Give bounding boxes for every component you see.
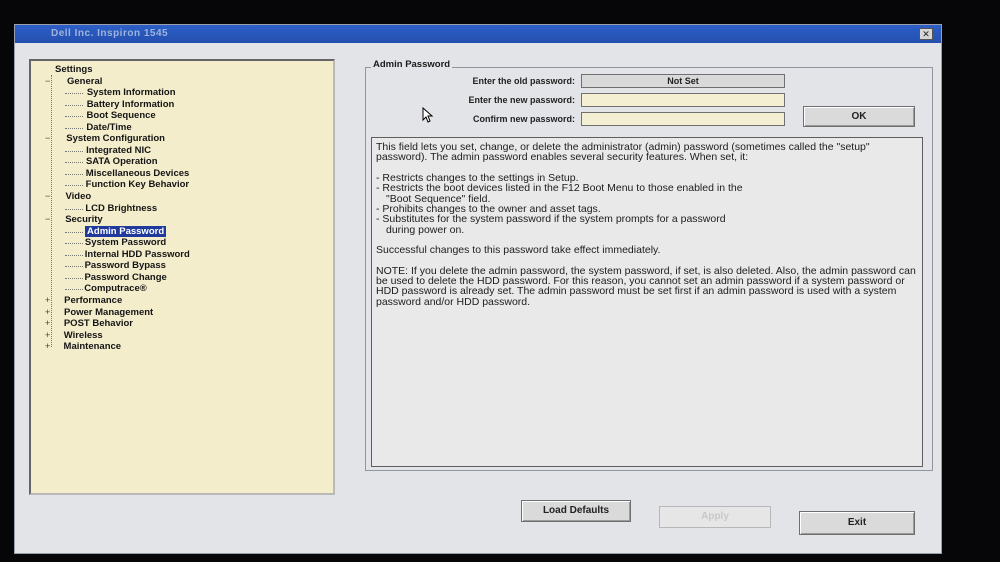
tree-item-maintenance[interactable]: Maintenance bbox=[64, 341, 122, 352]
tree-item-label: Performance bbox=[64, 294, 123, 306]
tree-connector bbox=[65, 185, 83, 187]
tree-item-label: Battery Information bbox=[86, 98, 175, 110]
tree-connector bbox=[65, 289, 83, 291]
tree-connector bbox=[65, 254, 83, 256]
help-note: NOTE: If you delete the admin password, … bbox=[376, 264, 916, 308]
tree-item-internal-hdd-password[interactable]: Internal HDD Password bbox=[85, 249, 190, 260]
tree-item-password-change[interactable]: Password Change bbox=[84, 272, 166, 283]
load-defaults-button[interactable]: Load Defaults bbox=[521, 500, 631, 522]
collapse-icon[interactable]: − bbox=[45, 214, 50, 225]
close-icon[interactable]: ✕ bbox=[919, 28, 933, 40]
tree-item-boot-sequence[interactable]: Boot Sequence bbox=[87, 110, 156, 121]
groupbox-title: Admin Password bbox=[371, 59, 453, 70]
tree-item-label: Internal HDD Password bbox=[84, 248, 190, 260]
old-password-label: Enter the old password: bbox=[472, 76, 575, 86]
tree-item-label: Miscellaneous Devices bbox=[85, 167, 190, 179]
help-text-panel: This field lets you set, change, or dele… bbox=[371, 137, 923, 467]
confirm-password-label: Confirm new password: bbox=[472, 114, 575, 124]
tree-connector bbox=[65, 266, 83, 268]
expand-icon[interactable]: + bbox=[45, 341, 50, 352]
tree-item-lcd-brightness[interactable]: LCD Brightness bbox=[85, 203, 157, 214]
help-bullet-4-cont: during power on. bbox=[386, 223, 465, 236]
settings-tree[interactable]: Settings General − System Information Batte… bbox=[29, 59, 335, 495]
tree-root-label: Settings bbox=[55, 64, 93, 75]
collapse-icon[interactable]: − bbox=[45, 191, 50, 202]
tree-item-wireless[interactable]: Wireless bbox=[64, 330, 103, 341]
tree-item-label: Video bbox=[65, 191, 92, 202]
expand-icon[interactable]: + bbox=[45, 318, 50, 329]
tree-item-label: Power Management bbox=[64, 306, 154, 318]
tree-item-label: Password Change bbox=[84, 271, 167, 283]
tree-item-date-time[interactable]: Date/Time bbox=[86, 122, 131, 133]
collapse-icon[interactable]: − bbox=[45, 133, 50, 144]
tree-item-label: Date/Time bbox=[86, 121, 132, 133]
tree-item-post-behavior[interactable]: POST Behavior bbox=[64, 318, 133, 329]
tree-item-label: LCD Brightness bbox=[85, 202, 158, 214]
help-success: Successful changes to this password take… bbox=[376, 244, 661, 257]
tree-item-label: Security bbox=[65, 214, 103, 226]
tree-item-admin-password[interactable]: Admin Password bbox=[85, 225, 167, 237]
exit-button[interactable]: Exit bbox=[799, 511, 915, 535]
new-password-input[interactable] bbox=[581, 93, 785, 107]
tree-item-system-configuration[interactable]: System Configuration bbox=[66, 133, 165, 144]
mouse-pointer-icon bbox=[422, 107, 434, 123]
tree-item-function-key-behavior[interactable]: Function Key Behavior bbox=[86, 179, 189, 190]
tree-connector bbox=[65, 127, 83, 129]
window-title: Dell Inc. Inspiron 1545 bbox=[51, 28, 169, 39]
tree-item-miscellaneous-devices[interactable]: Miscellaneous Devices bbox=[86, 168, 190, 179]
help-intro: This field lets you set, change, or dele… bbox=[376, 141, 870, 164]
tree-item-label: Admin Password bbox=[85, 225, 167, 237]
tree-item-general[interactable]: General bbox=[67, 76, 102, 87]
tree-item-password-bypass[interactable]: Password Bypass bbox=[85, 260, 166, 271]
window-titlebar: Dell Inc. Inspiron 1545 bbox=[15, 25, 941, 43]
tree-connector bbox=[65, 208, 83, 210]
apply-button[interactable]: Apply bbox=[659, 506, 771, 528]
expand-icon[interactable]: + bbox=[45, 295, 50, 306]
tree-item-label: Integrated NIC bbox=[86, 144, 152, 156]
tree-item-security[interactable]: Security bbox=[65, 214, 103, 225]
tree-item-battery-information[interactable]: Battery Information bbox=[87, 99, 175, 110]
tree-item-integrated-nic[interactable]: Integrated NIC bbox=[86, 145, 151, 156]
tree-item-system-information[interactable]: System Information bbox=[87, 87, 176, 98]
expand-icon[interactable]: + bbox=[45, 307, 50, 318]
expand-icon[interactable]: + bbox=[45, 330, 50, 341]
tree-item-video[interactable]: Video bbox=[66, 191, 92, 202]
tree-item-label: Wireless bbox=[63, 329, 103, 341]
tree-connector bbox=[65, 243, 83, 245]
bios-setup-window: Dell Inc. Inspiron 1545 ✕ Settings Gener… bbox=[14, 24, 942, 554]
tree-item-sata-operation[interactable]: SATA Operation bbox=[86, 156, 158, 167]
tree-item-label: POST Behavior bbox=[63, 318, 134, 330]
tree-item-label: Boot Sequence bbox=[86, 110, 156, 122]
tree-connector bbox=[65, 231, 83, 233]
old-password-field: Not Set bbox=[581, 74, 785, 88]
tree-root-settings[interactable]: Settings bbox=[55, 64, 92, 75]
tree-item-label: General bbox=[67, 75, 103, 87]
tree-item-label: System Information bbox=[86, 87, 176, 99]
tree-item-system-password[interactable]: System Password bbox=[85, 237, 166, 248]
tree-trunk-line bbox=[51, 75, 52, 347]
tree-item-label: SATA Operation bbox=[85, 156, 158, 168]
tree-connector bbox=[65, 116, 83, 118]
tree-connector bbox=[65, 277, 83, 279]
ok-button[interactable]: OK bbox=[803, 106, 915, 127]
tree-connector bbox=[65, 162, 83, 164]
tree-item-label: Function Key Behavior bbox=[85, 179, 190, 191]
tree-connector bbox=[65, 104, 83, 106]
tree-item-computrace[interactable]: Computrace® bbox=[84, 283, 146, 294]
confirm-password-input[interactable] bbox=[581, 112, 785, 126]
tree-item-power-management[interactable]: Power Management bbox=[64, 307, 153, 318]
tree-item-label: Maintenance bbox=[63, 341, 122, 353]
tree-item-performance[interactable]: Performance bbox=[64, 295, 122, 306]
new-password-label: Enter the new password: bbox=[468, 95, 575, 105]
tree-item-label: Computrace® bbox=[84, 283, 147, 295]
tree-item-label: System Password bbox=[84, 237, 167, 249]
tree-connector bbox=[65, 93, 83, 95]
tree-connector bbox=[65, 150, 83, 152]
tree-connector bbox=[65, 173, 83, 175]
tree-item-label: System Configuration bbox=[66, 133, 165, 145]
tree-item-label: Password Bypass bbox=[84, 260, 166, 272]
collapse-icon[interactable]: − bbox=[45, 76, 50, 87]
